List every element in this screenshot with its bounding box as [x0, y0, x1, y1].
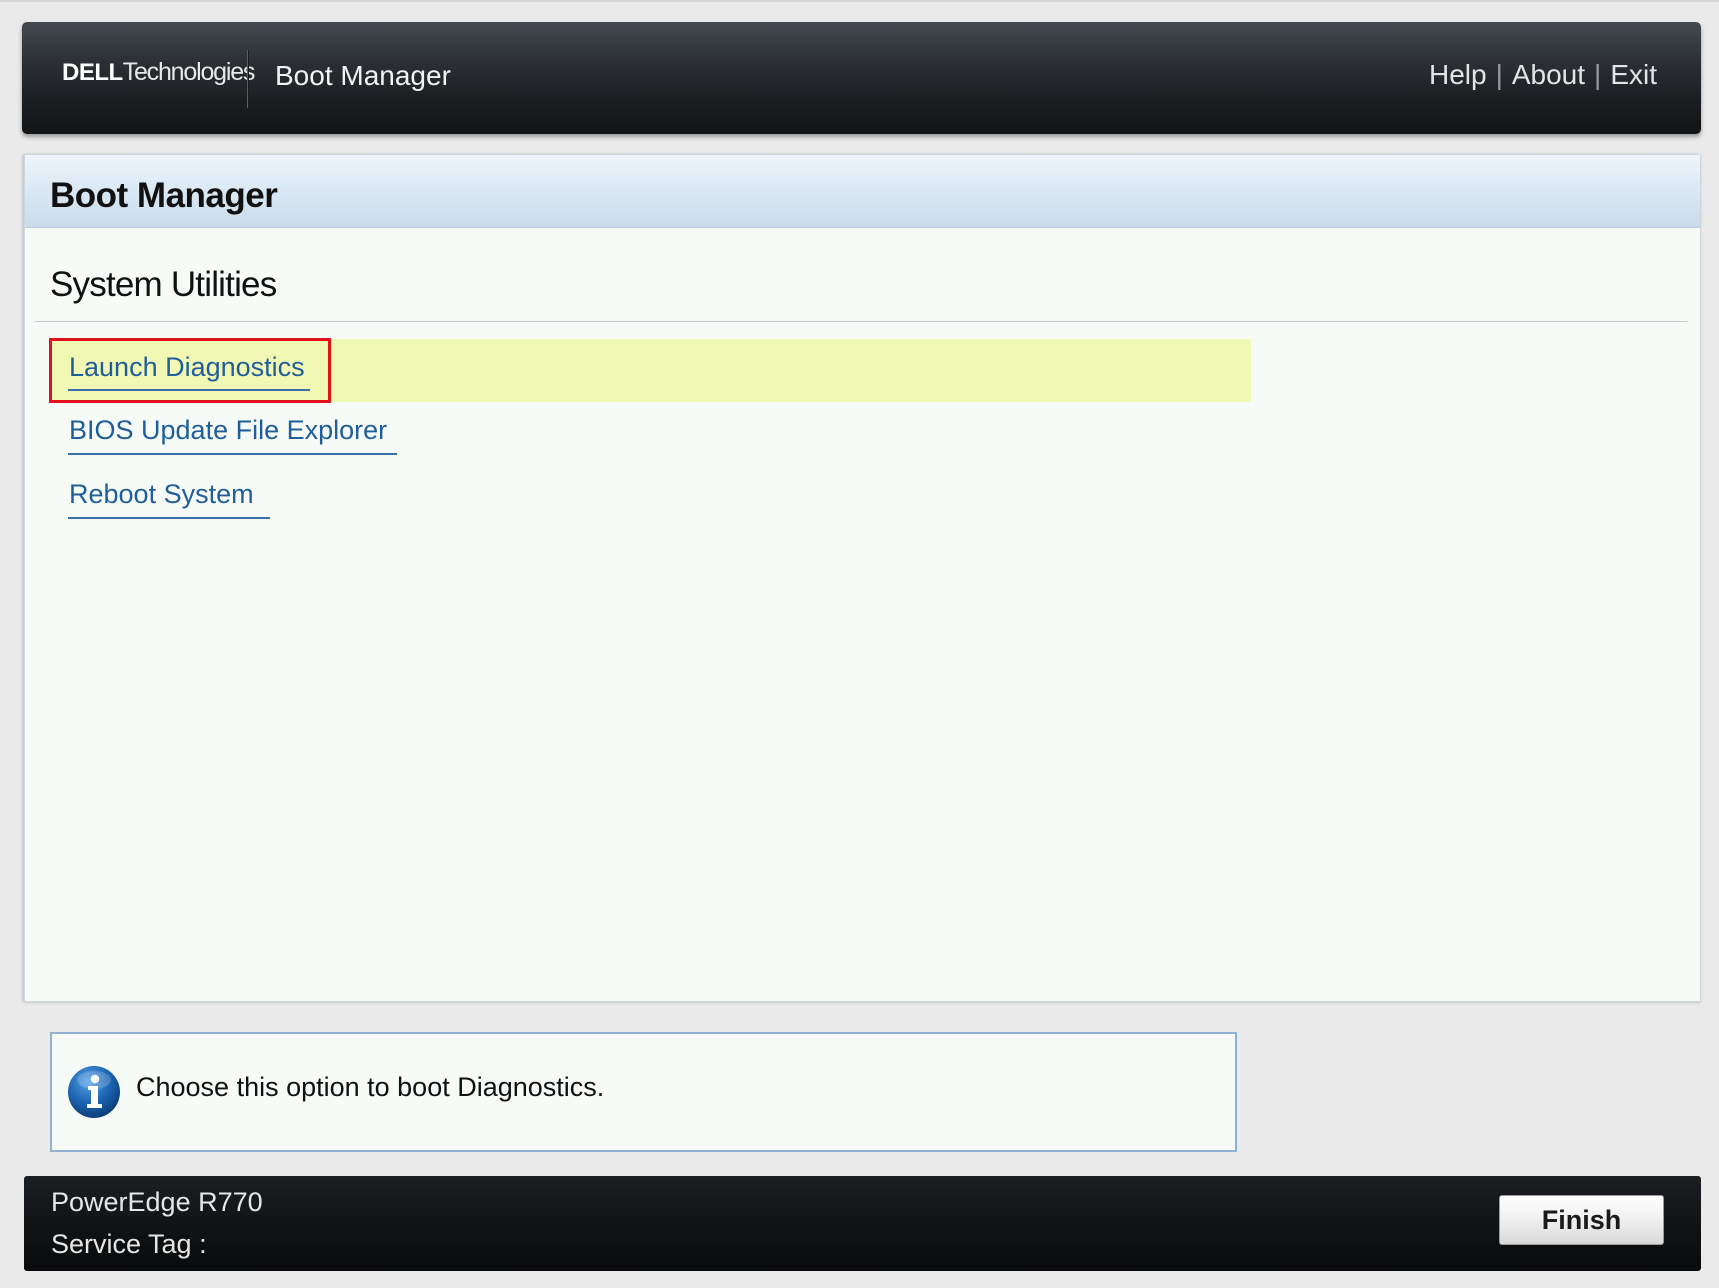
logo-dell-wordmark: DELL: [62, 59, 123, 86]
info-icon: [68, 1066, 120, 1118]
menu-item-label: Launch Diagnostics: [69, 352, 305, 382]
about-link[interactable]: About: [1512, 59, 1585, 90]
menu-item-reboot-system[interactable]: Reboot System: [68, 479, 270, 519]
panel-header: Boot Manager: [25, 155, 1700, 228]
link-underline: [68, 389, 310, 391]
header-divider: [247, 50, 248, 108]
link-underline: [68, 453, 397, 455]
help-info-box: Choose this option to boot Diagnostics.: [50, 1032, 1237, 1152]
window-top-border: [0, 0, 1719, 2]
page-title: Boot Manager: [50, 176, 278, 215]
help-text: Choose this option to boot Diagnostics.: [136, 1072, 605, 1102]
menu-item-label: Reboot System: [69, 479, 254, 509]
logo-technologies-wordmark: Technologies: [122, 58, 256, 86]
exit-link[interactable]: Exit: [1610, 59, 1657, 90]
header-links: Help | About | Exit: [1429, 59, 1657, 91]
link-separator: |: [1594, 59, 1602, 90]
section-title: System Utilities: [50, 265, 277, 304]
link-underline: [68, 517, 270, 519]
system-model: PowerEdge R770: [51, 1187, 263, 1217]
app-title: Boot Manager: [275, 60, 451, 91]
bottom-footer-bar: PowerEdge R770 Service Tag : Finish: [24, 1176, 1701, 1271]
link-separator: |: [1495, 59, 1503, 90]
section-divider: [35, 321, 1687, 322]
finish-button[interactable]: Finish: [1499, 1195, 1664, 1245]
main-panel: Boot Manager System Utilities Launch Dia…: [24, 154, 1701, 1002]
dell-technologies-logo: DELLTechnologies: [62, 58, 256, 87]
menu-item-bios-update-file-explorer[interactable]: BIOS Update File Explorer: [68, 415, 397, 455]
menu-item-label: BIOS Update File Explorer: [69, 415, 388, 445]
help-link[interactable]: Help: [1429, 59, 1487, 90]
service-tag: Service Tag :: [51, 1229, 207, 1259]
top-header-bar: DELLTechnologies Boot Manager Help | About…: [22, 22, 1701, 134]
menu-item-launch-diagnostics[interactable]: Launch Diagnostics: [68, 352, 310, 391]
